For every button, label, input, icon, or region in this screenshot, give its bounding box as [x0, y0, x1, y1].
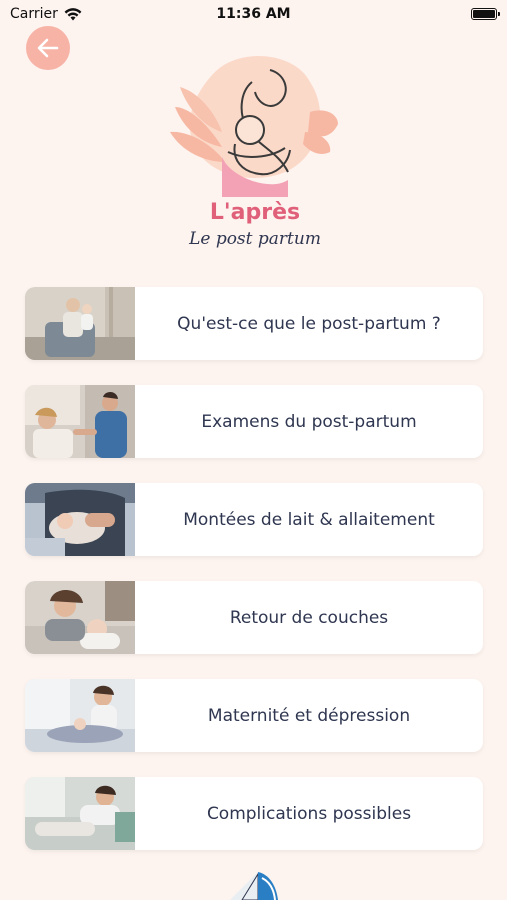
partner-logo: [220, 868, 290, 900]
app-logo: L'après Le post partum: [160, 52, 350, 252]
mother-sitting-image: [25, 679, 135, 752]
menu-item-milk-breastfeeding[interactable]: Montées de lait & allaitement: [25, 483, 483, 556]
logo-title: L'après: [209, 200, 301, 225]
arrow-left-icon: [37, 38, 59, 58]
menu-item-label: Retour de couches: [229, 607, 389, 628]
breastfeeding-image: [25, 483, 135, 556]
menu-item-label: Montées de lait & allaitement: [183, 509, 435, 530]
battery-icon: [471, 8, 500, 20]
menu-item-return-of-periods[interactable]: Retour de couches: [25, 581, 483, 654]
topics-menu: Qu'est-ce que le post-partum ? Examens d…: [25, 287, 483, 875]
menu-item-label: Qu'est-ce que le post-partum ?: [177, 313, 441, 334]
status-left: Carrier: [10, 6, 82, 22]
building-logo-icon: [230, 872, 278, 900]
menu-item-label: Complications possibles: [206, 803, 412, 824]
carrier-label: Carrier: [10, 6, 58, 22]
menu-item-label: Examens du post-partum: [201, 411, 417, 432]
menu-item-possible-complications[interactable]: Complications possibles: [25, 777, 483, 850]
mother-holding-baby-image: [25, 287, 135, 360]
status-bar: Carrier 11:36 AM: [0, 0, 507, 28]
menu-item-postpartum-exams[interactable]: Examens du post-partum: [25, 385, 483, 458]
mother-baby-logo-icon: [170, 55, 338, 197]
back-button[interactable]: [26, 26, 70, 70]
menu-item-what-is-postpartum[interactable]: Qu'est-ce que le post-partum ?: [25, 287, 483, 360]
status-time: 11:36 AM: [216, 6, 291, 22]
logo-subtitle: Le post partum: [189, 229, 321, 249]
mother-lying-on-sofa-image: [25, 777, 135, 850]
wifi-icon: [64, 7, 82, 20]
mother-resting-with-baby-image: [25, 581, 135, 654]
doctor-examining-mother-image: [25, 385, 135, 458]
menu-item-maternity-depression[interactable]: Maternité et dépression: [25, 679, 483, 752]
menu-item-label: Maternité et dépression: [207, 705, 411, 726]
